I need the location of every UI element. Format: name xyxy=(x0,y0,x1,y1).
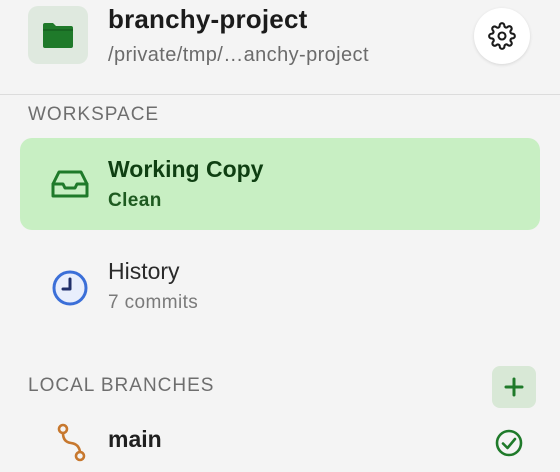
branch-name: main xyxy=(108,426,162,452)
branch-icon xyxy=(57,423,86,462)
local-branches-section-label: LOCAL BRANCHES xyxy=(28,375,215,396)
settings-button[interactable] xyxy=(474,8,530,64)
nav-item-history[interactable]: History 7 commits xyxy=(20,240,540,332)
branch-row-main[interactable]: main xyxy=(0,416,560,472)
check-circle-icon xyxy=(495,429,523,457)
inbox-tray-icon xyxy=(51,170,89,198)
folder-icon xyxy=(43,23,73,48)
nav-item-working-copy[interactable]: Working Copy Clean xyxy=(20,138,540,230)
nav-item-subtitle: Clean xyxy=(108,190,162,211)
folder-icon-tile xyxy=(28,6,88,64)
nav-item-title: Working Copy xyxy=(108,156,264,182)
plus-icon xyxy=(504,377,524,397)
nav-item-title: History xyxy=(108,258,180,284)
nav-item-subtitle: 7 commits xyxy=(108,292,199,313)
add-branch-button[interactable] xyxy=(492,366,536,408)
project-header: branchy-project /private/tmp/…anchy-proj… xyxy=(0,0,560,94)
workspace-section-label: WORKSPACE xyxy=(28,104,160,125)
project-title: branchy-project xyxy=(108,4,308,34)
clock-icon xyxy=(52,270,88,306)
header-divider xyxy=(0,94,560,95)
gear-icon xyxy=(488,22,516,50)
project-path: /private/tmp/…anchy-project xyxy=(108,44,369,66)
